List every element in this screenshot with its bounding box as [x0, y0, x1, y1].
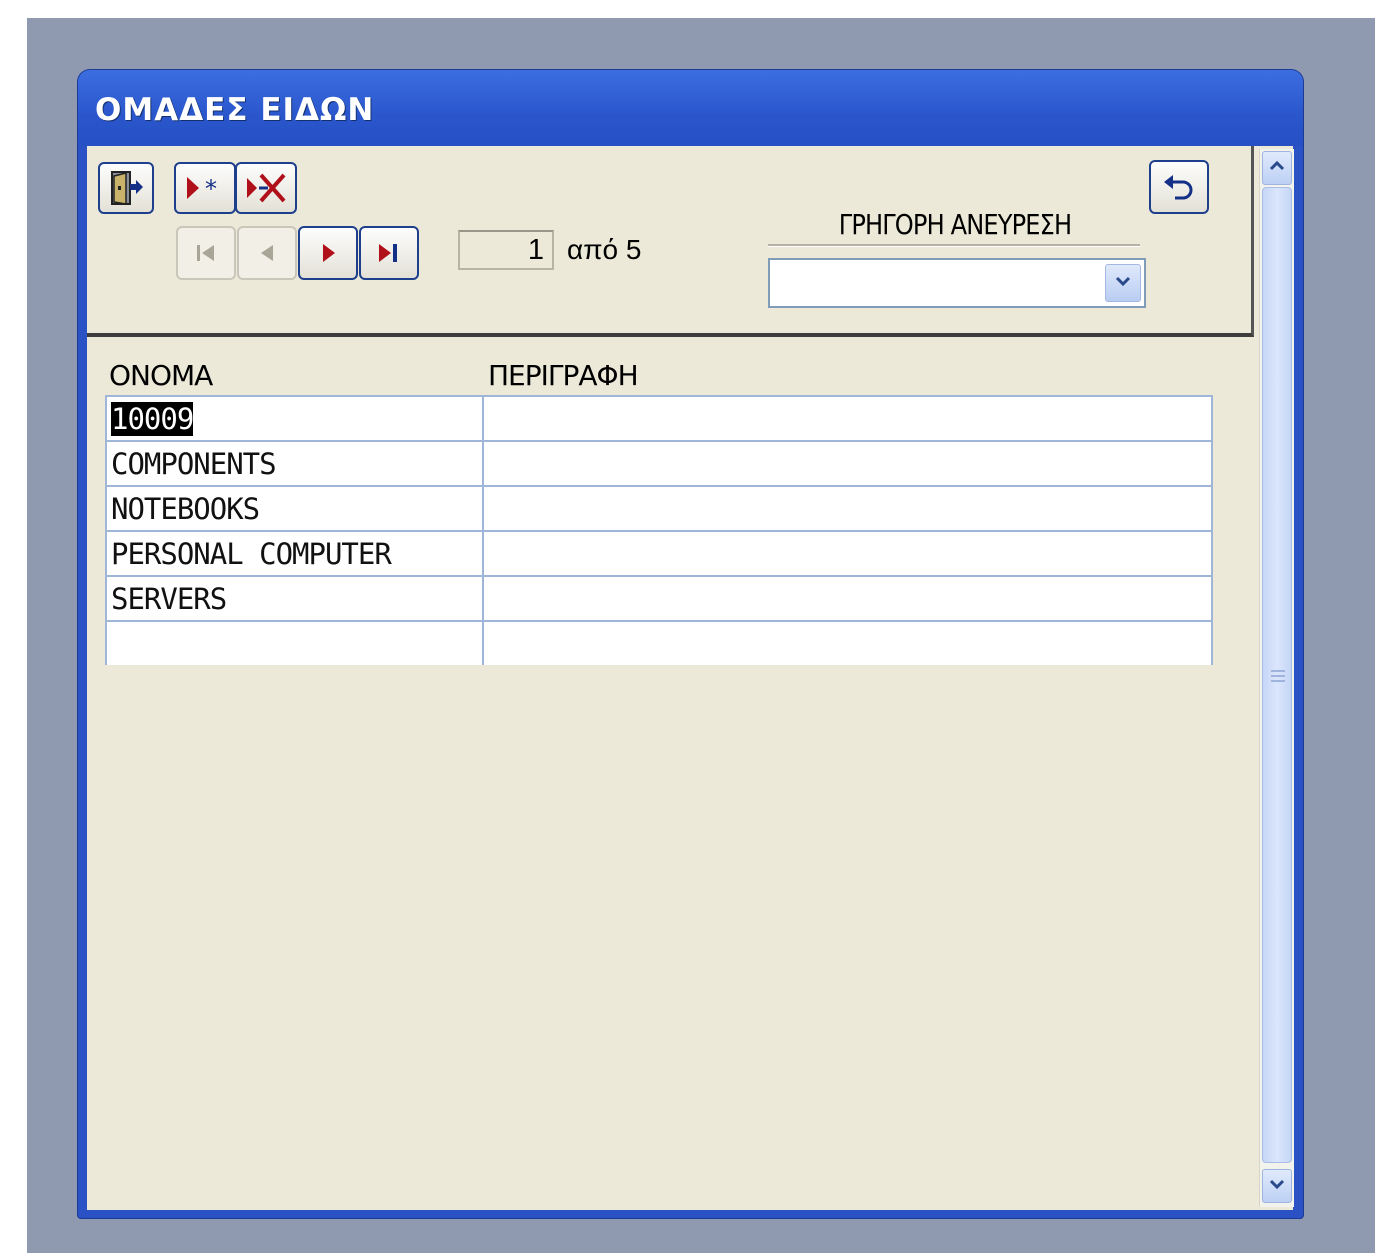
chevron-down-icon: [1268, 1177, 1286, 1196]
chevron-up-icon: [1268, 159, 1286, 178]
last-record-button[interactable]: [359, 226, 419, 280]
new-record-button[interactable]: *: [174, 162, 236, 214]
vertical-scrollbar[interactable]: [1259, 149, 1294, 1207]
cell-description[interactable]: [482, 440, 1213, 487]
last-record-icon: [374, 239, 404, 267]
table-row[interactable]: 10009: [105, 395, 1213, 442]
table-row[interactable]: SERVERS: [105, 575, 1213, 622]
cell-name[interactable]: [105, 620, 484, 665]
thumb-grip: [1271, 670, 1285, 672]
exit-button[interactable]: [98, 162, 154, 214]
thumb-grip: [1271, 680, 1285, 682]
column-header-description[interactable]: ΠΕΡΙΓΡΑΦΗ: [488, 359, 639, 392]
table-row[interactable]: NOTEBOOKS: [105, 485, 1213, 532]
delete-record-icon: [244, 171, 288, 205]
undo-icon: [1161, 172, 1197, 202]
title-bar[interactable]: ΟΜΑΔΕΣ ΕΙΔΩΝ: [78, 70, 1303, 146]
scrollbar-thumb[interactable]: [1262, 187, 1292, 1163]
cell-name[interactable]: NOTEBOOKS: [105, 485, 484, 532]
item-groups-window: ΟΜΑΔΕΣ ΕΙΔΩΝ * 1 από 5 ΓΡΗΓΟΡΗ ΑΝΕΥΡΕΣΗ …: [78, 70, 1303, 1218]
window-title: ΟΜΑΔΕΣ ΕΙΔΩΝ: [95, 92, 375, 128]
table-row[interactable]: PERSONAL COMPUTER: [105, 530, 1213, 577]
first-record-button[interactable]: [176, 226, 236, 280]
quick-search-divider: [768, 244, 1140, 247]
cell-name[interactable]: SERVERS: [105, 575, 484, 622]
cell-name[interactable]: 10009: [105, 395, 484, 442]
previous-record-button[interactable]: [237, 226, 297, 280]
scroll-up-button[interactable]: [1262, 151, 1292, 185]
thumb-grip: [1271, 675, 1285, 677]
undo-button[interactable]: [1149, 160, 1209, 214]
next-record-button[interactable]: [298, 226, 358, 280]
cell-description[interactable]: [482, 485, 1213, 532]
previous-record-icon: [253, 239, 281, 267]
delete-record-button[interactable]: [235, 162, 297, 214]
record-count-label: από 5: [567, 234, 642, 265]
chevron-down-icon: [1114, 274, 1132, 293]
new-record-icon: *: [183, 173, 227, 203]
item-groups-grid-area: ΟΝΟΜΑ ΠΕΡΙΓΡΑΦΗ 10009 COMPONENTS NOTEBOO…: [87, 337, 1251, 1210]
cell-description[interactable]: [482, 575, 1213, 622]
table-row[interactable]: COMPONENTS: [105, 440, 1213, 487]
record-number-field[interactable]: 1: [458, 230, 554, 270]
window-client-area: * 1 από 5 ΓΡΗΓΟΡΗ ΑΝΕΥΡΕΣΗ ΟΝΟΜΑ ΠΕΡΙΓΡΑ…: [87, 146, 1294, 1210]
column-header-name[interactable]: ΟΝΟΜΑ: [109, 359, 213, 392]
item-groups-table: 10009 COMPONENTS NOTEBOOKS PERSONAL COMP…: [105, 395, 1213, 665]
quick-search-combobox[interactable]: [768, 258, 1146, 308]
next-record-icon: [314, 239, 342, 267]
combobox-dropdown-button[interactable]: [1105, 264, 1141, 302]
svg-text:*: *: [205, 175, 217, 203]
cell-description[interactable]: [482, 620, 1213, 665]
first-record-icon: [192, 239, 220, 267]
toolbar-panel: * 1 από 5 ΓΡΗΓΟΡΗ ΑΝΕΥΡΕΣΗ: [87, 146, 1254, 337]
quick-search-label: ΓΡΗΓΟΡΗ ΑΝΕΥΡΕΣΗ: [838, 208, 1072, 241]
cell-description[interactable]: [482, 395, 1213, 442]
scroll-down-button[interactable]: [1262, 1169, 1292, 1203]
selected-cell-text: 10009: [111, 401, 194, 436]
cell-name[interactable]: PERSONAL COMPUTER: [105, 530, 484, 577]
exit-door-icon: [106, 168, 146, 208]
cell-description[interactable]: [482, 530, 1213, 577]
table-row-new[interactable]: [105, 620, 1213, 665]
cell-name[interactable]: COMPONENTS: [105, 440, 484, 487]
